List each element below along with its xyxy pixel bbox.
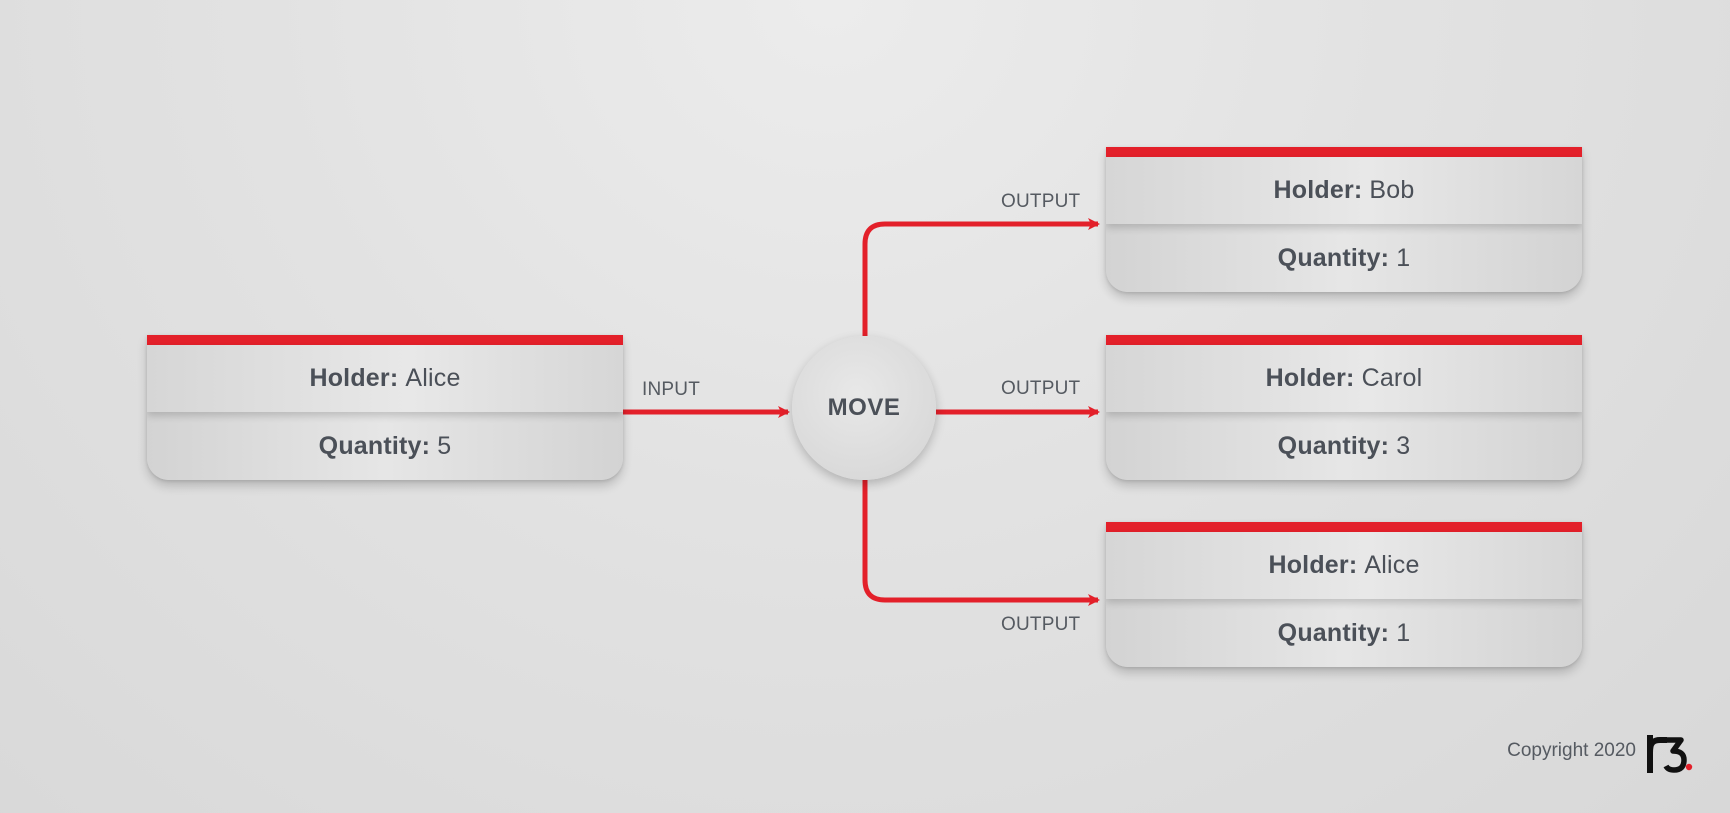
output-state-card-carol: Holder: Carol Quantity: 3 [1106, 335, 1582, 480]
holder-value: Carol [1361, 364, 1423, 392]
output-state-card-bob: Holder: Bob Quantity: 1 [1106, 147, 1582, 292]
holder-value: Alice [405, 364, 461, 392]
state-card-accent-bar [1106, 522, 1582, 532]
output-arrow-alice [862, 480, 1100, 606]
holder-value: Alice [1364, 551, 1420, 579]
output-edge-label-carol: OUTPUT [1001, 378, 1081, 399]
holder-row: Holder: Alice [1106, 532, 1582, 599]
quantity-row: Quantity: 5 [147, 412, 623, 480]
quantity-value: 3 [1396, 431, 1411, 460]
quantity-value: 1 [1396, 618, 1411, 647]
r3-logo-icon [1646, 735, 1693, 773]
quantity-label: Quantity: [1277, 431, 1390, 460]
quantity-label: Quantity: [318, 431, 431, 460]
state-card-accent-bar [1106, 335, 1582, 345]
output-edge-label-bob: OUTPUT [1001, 191, 1081, 212]
output-state-card-alice: Holder: Alice Quantity: 1 [1106, 522, 1582, 667]
input-edge-label: INPUT [642, 379, 700, 400]
state-card-accent-bar [147, 335, 623, 345]
holder-row: Holder: Alice [147, 345, 623, 412]
quantity-label: Quantity: [1277, 243, 1390, 272]
holder-label: Holder: [309, 364, 399, 392]
input-state-card: Holder: Alice Quantity: 5 [147, 335, 623, 480]
quantity-row: Quantity: 1 [1106, 224, 1582, 292]
move-command-node: MOVE [792, 336, 936, 480]
quantity-row: Quantity: 1 [1106, 599, 1582, 667]
quantity-row: Quantity: 3 [1106, 412, 1582, 480]
quantity-value: 5 [437, 431, 452, 460]
output-arrow-bob [862, 218, 1100, 336]
holder-label: Holder: [1273, 176, 1363, 204]
holder-label: Holder: [1265, 364, 1355, 392]
holder-row: Holder: Carol [1106, 345, 1582, 412]
quantity-value: 1 [1396, 243, 1411, 272]
quantity-label: Quantity: [1277, 618, 1390, 647]
holder-row: Holder: Bob [1106, 157, 1582, 224]
output-edge-label-alice: OUTPUT [1001, 614, 1081, 635]
copyright-text: Copyright 2020 [1507, 740, 1636, 761]
transaction-diagram: Holder: Alice Quantity: 5 INPUT MOVE OUT… [0, 0, 1730, 813]
holder-value: Bob [1369, 176, 1415, 204]
holder-label: Holder: [1268, 551, 1358, 579]
state-card-accent-bar [1106, 147, 1582, 157]
